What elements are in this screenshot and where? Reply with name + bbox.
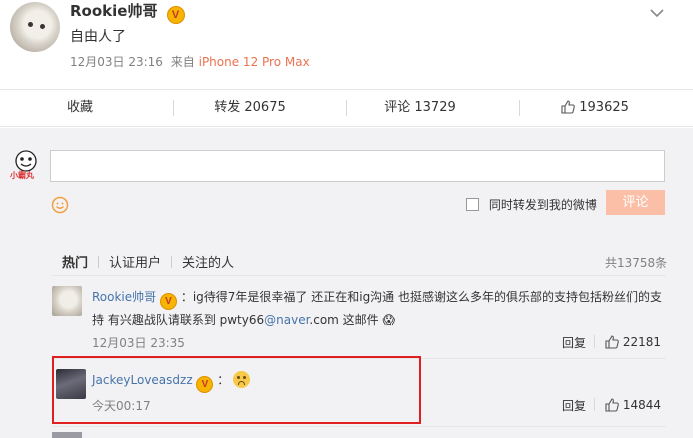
comment-text-line2: 持 有兴趣战队请联系到 pwty66 xyxy=(92,313,265,327)
thumbs-up-icon xyxy=(605,398,619,415)
comment-like-count: 22181 xyxy=(622,335,662,349)
comment-like-button[interactable]: 14844 xyxy=(605,398,661,415)
thumbs-up-icon xyxy=(605,335,619,352)
post-action-bar: 收藏 转发 20675 评论 13729 193625 xyxy=(0,89,693,127)
comment-filter-tabs: 热门 认证用户 关注的人 xyxy=(62,252,244,271)
tab-hot[interactable]: 热门 xyxy=(62,252,88,271)
tab-following[interactable]: 关注的人 xyxy=(182,252,234,271)
comment-total: 共13758条 xyxy=(605,256,668,270)
comment-author[interactable]: Rookie帅哥 xyxy=(92,290,156,304)
post-author-row: Rookie帅哥 V xyxy=(70,2,185,24)
post-text: 自由人了 xyxy=(70,29,126,45)
post-time[interactable]: 12月03日 23:16 xyxy=(70,55,163,69)
tab-verified[interactable]: 认证用户 xyxy=(109,252,161,271)
comment-avatar[interactable] xyxy=(52,432,82,438)
comment-button[interactable]: 评论 13729 xyxy=(360,90,480,126)
submit-comment-button[interactable]: 评论 xyxy=(606,190,665,215)
comment-like-button[interactable]: 22181 xyxy=(605,335,661,352)
like-button[interactable]: 193625 xyxy=(545,90,645,126)
favorite-button[interactable]: 收藏 xyxy=(30,90,130,126)
post-author-name[interactable]: Rookie帅哥 xyxy=(70,2,157,20)
thumbs-up-icon xyxy=(561,93,575,129)
post-source[interactable]: iPhone 12 Pro Max xyxy=(199,55,310,69)
emoji-icon[interactable] xyxy=(51,196,69,218)
comment-text-line1: ig待得7年是很幸福了 还正在和ig沟通 也挺感谢这么多年的俱乐部的支持包括粉丝… xyxy=(192,290,662,304)
reply-button[interactable]: 回复 xyxy=(562,397,586,414)
also-repost-row: 同时转发到我的微博 xyxy=(466,196,597,213)
repost-button[interactable]: 转发 20675 xyxy=(190,90,310,126)
comment-like-count: 14844 xyxy=(622,398,662,412)
verified-badge-icon: V xyxy=(159,293,177,310)
also-repost-label: 同时转发到我的微博 xyxy=(488,198,597,212)
post-meta: 12月03日 23:16 来自 iPhone 12 Pro Max xyxy=(70,53,310,70)
chevron-down-icon[interactable] xyxy=(649,4,665,23)
also-repost-checkbox[interactable] xyxy=(466,198,479,211)
author-avatar[interactable] xyxy=(10,2,60,52)
highlight-box xyxy=(52,356,421,424)
comment-avatar[interactable] xyxy=(52,286,82,316)
comment-input[interactable] xyxy=(50,150,665,182)
current-user-label: 小霸丸 xyxy=(10,171,34,180)
verified-badge-icon: V xyxy=(166,6,185,24)
current-user-avatar: 小霸丸 xyxy=(10,150,41,182)
comment-mention-link[interactable]: @naver xyxy=(264,313,309,327)
scream-emoji-icon: 😱 xyxy=(382,313,396,327)
comment-item: Rookie帅哥 V ：ig待得7年是很幸福了 还正在和ig沟通 也挺感谢这么多… xyxy=(92,290,662,327)
like-count: 193625 xyxy=(579,100,629,115)
comment-text-line2-suffix: .com 这邮件 xyxy=(309,313,379,327)
post-source-prefix: 来自 xyxy=(170,55,195,69)
comment-time: 12月03日 23:35 xyxy=(92,336,185,350)
tabs-divider xyxy=(52,275,666,276)
reply-button[interactable]: 回复 xyxy=(562,334,586,351)
comment-divider xyxy=(52,426,666,427)
